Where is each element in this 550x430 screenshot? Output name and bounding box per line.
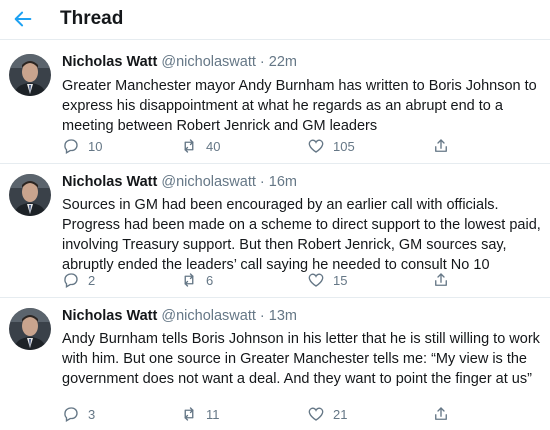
reply-icon	[64, 407, 78, 422]
tweet-text: Sources in GM had been encouraged by an …	[62, 197, 541, 273]
retweet-count: 6	[206, 272, 214, 288]
meta-separator: ·	[259, 54, 265, 70]
tweet[interactable]: Nicholas Watt @nicholaswatt · 13m Andy B…	[0, 298, 550, 430]
share-icon	[435, 139, 447, 152]
reply-icon	[64, 139, 78, 154]
tweet-meta: Nicholas Watt @nicholaswatt · 13m	[62, 308, 297, 324]
reply-button[interactable]: 10	[62, 136, 102, 156]
tweet-text: Greater Manchester mayor Andy Burnham ha…	[62, 78, 537, 134]
retweet-count: 11	[206, 406, 220, 422]
like-count: 105	[333, 138, 355, 154]
meta-separator: ·	[259, 174, 265, 190]
author-name[interactable]: Nicholas Watt	[62, 54, 157, 70]
like-button[interactable]: 21	[307, 404, 347, 424]
retweet-button[interactable]: 40	[180, 136, 220, 156]
retweet-button[interactable]: 11	[180, 404, 220, 424]
tweet-timestamp[interactable]: 13m	[269, 308, 297, 324]
retweet-icon	[184, 407, 194, 421]
avatar[interactable]	[9, 174, 51, 216]
author-handle[interactable]: @nicholaswatt	[161, 54, 256, 70]
heart-icon	[308, 139, 324, 153]
heart-icon	[308, 273, 324, 287]
tweet[interactable]: Nicholas Watt @nicholaswatt · 22m Greate…	[0, 40, 550, 164]
retweet-button[interactable]: 6	[180, 270, 213, 290]
avatar[interactable]	[9, 308, 51, 350]
tweet-meta: Nicholas Watt @nicholaswatt · 16m	[62, 174, 297, 190]
tweet-timestamp[interactable]: 22m	[269, 54, 297, 70]
page-title: Thread	[60, 8, 124, 29]
like-count: 21	[333, 406, 348, 422]
author-handle[interactable]: @nicholaswatt	[161, 174, 256, 190]
share-icon	[435, 273, 447, 286]
share-button[interactable]	[432, 136, 450, 156]
tweet-timestamp[interactable]: 16m	[269, 174, 297, 190]
retweet-count: 40	[206, 138, 221, 154]
reply-count: 10	[88, 138, 103, 154]
retweet-icon	[184, 273, 194, 287]
share-button[interactable]	[432, 404, 450, 424]
tweet[interactable]: Nicholas Watt @nicholaswatt · 16m Source…	[0, 164, 550, 298]
heart-icon	[308, 407, 324, 421]
author-name[interactable]: Nicholas Watt	[62, 308, 157, 324]
like-button[interactable]: 15	[307, 270, 347, 290]
avatar[interactable]	[9, 54, 51, 96]
share-button[interactable]	[432, 270, 450, 290]
thread-header: Thread	[0, 0, 550, 40]
reply-count: 3	[88, 406, 96, 422]
reply-count: 2	[88, 272, 96, 288]
retweet-icon	[184, 139, 194, 153]
reply-button[interactable]: 3	[62, 404, 95, 424]
reply-icon	[64, 273, 78, 288]
author-name[interactable]: Nicholas Watt	[62, 174, 157, 190]
arrow-left-icon[interactable]	[12, 8, 34, 30]
author-handle[interactable]: @nicholaswatt	[161, 308, 256, 324]
meta-separator: ·	[259, 308, 265, 324]
like-count: 15	[333, 272, 348, 288]
reply-button[interactable]: 2	[62, 270, 95, 290]
tweet-text: Andy Burnham tells Boris Johnson in his …	[62, 331, 540, 387]
tweet-meta: Nicholas Watt @nicholaswatt · 22m	[62, 54, 297, 70]
share-icon	[435, 407, 447, 420]
like-button[interactable]: 105	[307, 136, 355, 156]
